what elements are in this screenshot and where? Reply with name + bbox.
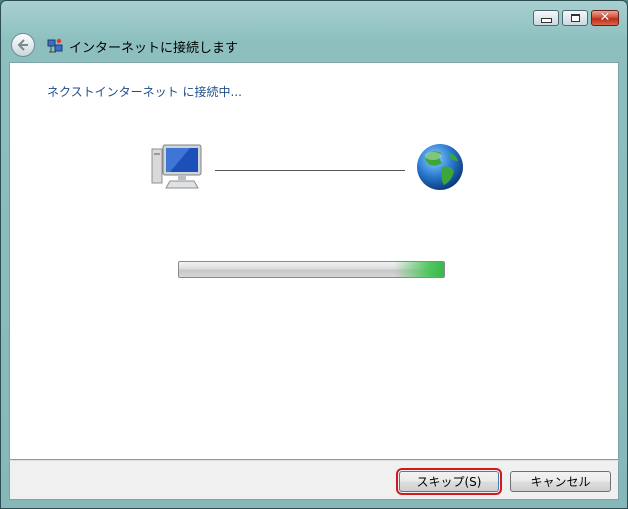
computer-icon xyxy=(151,144,202,189)
caption-buttons: ✕ xyxy=(533,10,619,26)
wizard-header: インターネットに接続します xyxy=(9,31,619,61)
title-bar[interactable]: ✕ xyxy=(1,1,627,31)
page-title: インターネットに接続します xyxy=(69,41,239,56)
progress-glow xyxy=(394,262,444,277)
close-button[interactable]: ✕ xyxy=(591,10,619,26)
globe-icon xyxy=(417,144,463,190)
cancel-button[interactable]: キャンセル xyxy=(510,471,611,492)
back-arrow-icon xyxy=(17,39,28,51)
wizard-content: ネクストインターネット に接続中... xyxy=(9,62,619,460)
network-connection-icon xyxy=(47,38,63,53)
close-icon: ✕ xyxy=(599,10,611,25)
connection-line xyxy=(215,170,405,171)
minimize-icon xyxy=(540,18,552,23)
maximize-button[interactable] xyxy=(562,10,588,26)
skip-button[interactable]: スキップ(S) xyxy=(396,468,502,495)
wizard-footer: スキップ(S) キャンセル xyxy=(9,460,619,500)
minimize-button[interactable] xyxy=(533,10,559,26)
connection-progress-bar xyxy=(178,261,445,278)
connection-status-text: ネクストインターネット に接続中... xyxy=(47,85,242,99)
maximize-icon xyxy=(570,14,580,22)
back-button[interactable] xyxy=(11,33,35,57)
dialog-window: ✕ インターネットに接続します ネクストインターネット に接続中... スキップ… xyxy=(0,0,628,509)
